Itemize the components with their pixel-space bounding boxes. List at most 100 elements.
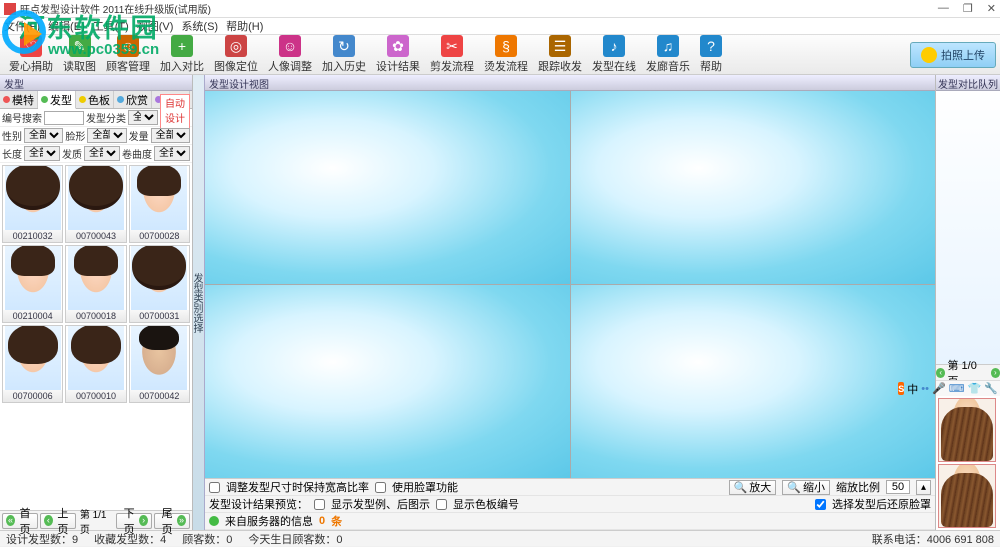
toolbar-4[interactable]: ◎图像定位 bbox=[209, 34, 263, 75]
hairstyle-thumb[interactable]: 00700006 bbox=[2, 325, 63, 403]
toolbar-7[interactable]: ✿设计结果 bbox=[371, 34, 425, 75]
hairstyle-thumb[interactable]: 00210032 bbox=[2, 165, 63, 243]
compare-thumb-2[interactable] bbox=[938, 464, 996, 528]
toolbar-5[interactable]: ☺人像调整 bbox=[263, 34, 317, 75]
toolbar-icon-0: ♡ bbox=[20, 35, 42, 57]
status-customer-count: 顾客数：0 bbox=[182, 531, 232, 547]
pager-next-button[interactable]: 下页› bbox=[116, 513, 152, 529]
toolbar-1[interactable]: ✎读取图 bbox=[58, 34, 101, 75]
sogou-icon[interactable]: S bbox=[898, 382, 904, 395]
menu-system[interactable]: 系统(S) bbox=[181, 18, 218, 34]
right-next-button[interactable]: › bbox=[991, 368, 1000, 378]
toolbar-icon-8: ✂ bbox=[441, 35, 463, 57]
compare-thumb-1[interactable] bbox=[938, 398, 996, 462]
keep-ratio-checkbox[interactable] bbox=[209, 482, 220, 493]
show-example-label: 显示发型例、后图示 bbox=[331, 496, 430, 512]
thumb-image bbox=[68, 326, 124, 390]
ime-mic-icon[interactable]: 🎤 bbox=[932, 382, 946, 395]
canvas-cell-1[interactable] bbox=[205, 91, 570, 284]
restore-mask-label: 选择发型后还原脸罩 bbox=[832, 496, 931, 512]
thumb-image bbox=[5, 246, 61, 310]
toolbar-12[interactable]: ♫发廊音乐 bbox=[641, 34, 695, 75]
zoom-out-button[interactable]: 🔍缩小 bbox=[782, 480, 830, 495]
hairstyle-thumb[interactable]: 00700031 bbox=[129, 245, 190, 323]
status-bar: 设计发型数：9 收藏发型数：4 顾客数：0 今天生日顾客数：0 联系电话：400… bbox=[0, 530, 1000, 546]
canvas-cell-2[interactable] bbox=[571, 91, 936, 284]
toolbar-8[interactable]: ✂剪发流程 bbox=[425, 34, 479, 75]
ime-keyboard-icon[interactable]: ⌨ bbox=[949, 382, 965, 395]
left-panel-header: 发型 bbox=[0, 75, 192, 91]
toolbar-2[interactable]: ☺顾客管理 bbox=[101, 34, 155, 75]
category-select[interactable]: 全部 bbox=[128, 110, 158, 125]
toolbar-9[interactable]: §烫发流程 bbox=[479, 34, 533, 75]
hairstyle-thumb[interactable]: 00700028 bbox=[129, 165, 190, 243]
pager-last-button[interactable]: 尾页» bbox=[154, 513, 190, 529]
gender-select[interactable]: 全部 bbox=[24, 128, 63, 143]
ime-zhong[interactable]: 中 bbox=[907, 381, 918, 397]
tab-欣赏[interactable]: 欣赏 bbox=[114, 91, 152, 108]
minimize-button[interactable]: — bbox=[938, 2, 949, 15]
texture-select[interactable]: 全部 bbox=[84, 146, 120, 161]
hairstyle-thumb[interactable]: 00210004 bbox=[2, 245, 63, 323]
length-select[interactable]: 全部 bbox=[24, 146, 60, 161]
tab-dot-icon bbox=[79, 96, 86, 103]
hairstyle-thumb[interactable]: 00700010 bbox=[65, 325, 126, 403]
canvas-cell-4[interactable] bbox=[571, 285, 936, 478]
category-strip[interactable]: 发型类别选择 bbox=[193, 75, 205, 530]
restore-mask-checkbox[interactable] bbox=[815, 499, 826, 510]
toolbar-13[interactable]: ?帮助 bbox=[695, 34, 727, 75]
ime-tool-icon[interactable]: 🔧 bbox=[984, 382, 998, 395]
thumb-id: 00700043 bbox=[66, 230, 125, 242]
use-mask-label: 使用脸罩功能 bbox=[392, 479, 458, 495]
zoom-ratio-up[interactable]: ▴ bbox=[916, 480, 931, 495]
toolbar-icon-7: ✿ bbox=[387, 35, 409, 57]
thumb-id: 00210004 bbox=[3, 310, 62, 322]
compare-queue bbox=[936, 91, 1000, 364]
use-mask-checkbox[interactable] bbox=[375, 482, 386, 493]
close-button[interactable]: ✕ bbox=[987, 2, 996, 15]
right-prev-button[interactable]: ‹ bbox=[936, 368, 945, 378]
menu-edit[interactable]: 编辑(E) bbox=[48, 18, 85, 34]
menu-view[interactable]: 视图(V) bbox=[137, 18, 174, 34]
zoom-in-icon: 🔍 bbox=[734, 481, 748, 494]
menu-bar: 文件(F) 编辑(E) 工具(T) 视图(V) 系统(S) 帮助(H) bbox=[0, 18, 1000, 35]
pager-first-button[interactable]: «首页 bbox=[2, 513, 38, 529]
ime-skin-icon[interactable]: 👕 bbox=[968, 382, 982, 395]
thumb-image bbox=[5, 326, 61, 390]
menu-file[interactable]: 文件(F) bbox=[4, 18, 40, 34]
upload-photo-button[interactable]: 拍照上传 bbox=[910, 42, 996, 68]
controls-panel: 调整发型尺寸时保持宽高比率 使用脸罩功能 🔍放大 🔍缩小 缩放比例 ▴ 发型设计… bbox=[205, 478, 935, 530]
toolbar-icon-4: ◎ bbox=[225, 35, 247, 57]
faceshape-select[interactable]: 全部 bbox=[87, 128, 126, 143]
ime-punct-icon[interactable]: •• bbox=[921, 383, 929, 395]
zoom-ratio-input[interactable] bbox=[886, 480, 910, 494]
toolbar-6[interactable]: ↻加入历史 bbox=[317, 34, 371, 75]
curl-select[interactable]: 全部 bbox=[154, 146, 190, 161]
menu-help[interactable]: 帮助(H) bbox=[226, 18, 263, 34]
toolbar-3[interactable]: +加入对比 bbox=[155, 34, 209, 75]
toolbar-icon-11: ♪ bbox=[603, 35, 625, 57]
status-phone: 联系电话：4006 691 808 bbox=[872, 531, 994, 547]
toolbar-11[interactable]: ♪发型在线 bbox=[587, 34, 641, 75]
toolbar-10[interactable]: ☰跟踪收发 bbox=[533, 34, 587, 75]
show-example-checkbox[interactable] bbox=[314, 499, 325, 510]
canvas-cell-3[interactable] bbox=[205, 285, 570, 478]
maximize-button[interactable]: ❐ bbox=[963, 2, 973, 15]
menu-tool[interactable]: 工具(T) bbox=[93, 18, 129, 34]
tab-发型[interactable]: 发型 bbox=[38, 91, 76, 109]
show-color-id-checkbox[interactable] bbox=[436, 499, 447, 510]
ime-bar: S 中 •• 🎤 ⌨ 👕 🔧 bbox=[936, 380, 1000, 396]
window-title: 旺点发型设计软件 2011在线升级版(试用版) bbox=[20, 1, 938, 16]
left-pager: «首页 ‹上页 第 1/1 页 下页› 尾页» bbox=[0, 510, 192, 530]
pager-prev-button[interactable]: ‹上页 bbox=[40, 513, 76, 529]
hairstyle-thumb[interactable]: 00700042 bbox=[129, 325, 190, 403]
toolbar-icon-10: ☰ bbox=[549, 35, 571, 57]
hairstyle-thumb[interactable]: 00700018 bbox=[65, 245, 126, 323]
toolbar-0[interactable]: ♡爱心捐助 bbox=[4, 34, 58, 75]
tab-色板[interactable]: 色板 bbox=[76, 91, 114, 108]
hairstyle-thumb[interactable]: 00700043 bbox=[65, 165, 126, 243]
search-id-input[interactable] bbox=[44, 111, 84, 125]
tab-模特[interactable]: 模特 bbox=[0, 91, 38, 108]
zoom-in-button[interactable]: 🔍放大 bbox=[729, 480, 777, 495]
volume-select[interactable]: 全部 bbox=[151, 128, 190, 143]
